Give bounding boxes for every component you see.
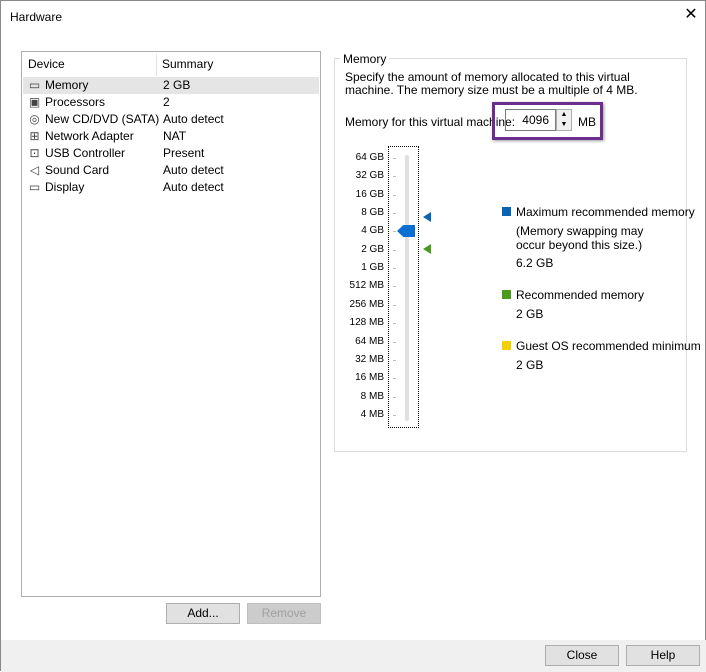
help-label: Help [650,648,676,662]
device-row[interactable]: ▣ Processors 2 [23,94,319,111]
device-name: Network Adapter [45,129,134,143]
slider-tick-mark [393,304,396,306]
slider-tick-mark [393,396,396,398]
max-legend-value: 6.2 GB [516,256,554,270]
column-header-summary[interactable]: Summary [156,52,213,76]
slider-tick-label: 4 MB [360,408,384,420]
rec-legend-swatch [502,290,511,299]
close-button[interactable]: Close [545,645,619,666]
slider-track[interactable] [405,155,409,421]
slider-tick-mark [393,286,396,288]
slider-tick-mark [393,341,396,343]
slider-tick-label: 8 MB [360,390,384,402]
spin-up-icon[interactable]: ▲ [557,110,571,120]
max-legend-label: Maximum recommended memory [516,205,695,219]
memory-spinner[interactable]: ▲ ▼ [556,109,572,131]
remove-button: Remove [247,603,321,624]
processor-icon: ▣ [28,95,41,109]
rec-legend-label: Recommended memory [516,288,645,302]
device-name: New CD/DVD (SATA) [45,112,160,126]
add-label: Add... [187,606,219,620]
device-summary: Auto detect [163,112,224,126]
slider-tick-label: 64 GB [355,152,384,163]
max-legend-note: (Memory swapping may occur beyond this s… [516,224,644,252]
rec-legend-value: 2 GB [516,307,544,321]
close-label: Close [566,648,598,662]
slider-tick-mark [393,194,396,196]
device-row[interactable]: ▭ Memory 2 GB [23,77,319,94]
slider-tick-label: 1 GB [361,262,384,274]
remove-label: Remove [261,606,307,620]
min-legend-label: Guest OS recommended minimum [516,339,701,353]
memory-input[interactable]: 4096 [505,109,556,131]
add-button[interactable]: Add... [166,603,240,624]
memory-description: Specify the amount of memory allocated t… [345,70,638,97]
memory-icon: ▭ [28,78,41,92]
help-button[interactable]: Help [626,645,700,666]
max-legend-swatch [502,207,511,216]
slider-tick-mark [393,359,396,361]
slider-tick-mark [393,176,396,178]
close-icon[interactable]: ✕ [681,5,701,25]
window-title: Hardware [10,10,63,24]
slider-tick-label: 2 GB [361,243,384,255]
slider-tick-mark [393,249,396,251]
slider-tick-mark [393,268,396,270]
device-summary: NAT [163,129,187,143]
slider-tick-label: 8 GB [361,207,384,219]
device-summary: 2 [163,95,170,109]
slider-tick-label: 32 MB [355,353,384,365]
device-summary: 2 GB [163,78,191,92]
device-row[interactable]: ⊞ Network Adapter NAT [23,128,319,145]
slider-tick-label: 4 GB [361,225,384,237]
slider-tick-label: 32 GB [355,170,384,182]
slider-tick-mark [393,158,396,159]
slider-tick-label: 16 GB [355,188,384,200]
slider-tick-mark [393,414,396,416]
network-icon: ⊞ [29,129,40,143]
min-legend-swatch [502,341,511,350]
memory-group-label: Memory [340,52,390,66]
memory-field-label: Memory for this virtual machine: [345,115,516,129]
slider-tick-label: 16 MB [355,372,384,384]
column-header-device[interactable]: Device [22,52,65,76]
memory-unit: MB [578,115,596,129]
device-name: Memory [45,78,89,92]
cd-dvd-icon: ◎ [29,112,40,126]
slider-tick-mark [393,213,396,215]
device-name: Processors [45,95,106,109]
slider-tick-label: 256 MB [349,298,384,310]
min-legend-value: 2 GB [516,358,544,372]
slider-tick-mark [393,323,396,325]
slider-tick-mark [393,378,396,380]
spin-down-icon[interactable]: ▼ [557,120,571,130]
slider-tick-label: 64 MB [355,335,384,347]
slider-tick-label: 512 MB [349,280,384,292]
slider-tick-mark [393,231,396,233]
slider-tick-label: 128 MB [349,317,384,329]
device-row[interactable]: ◎ New CD/DVD (SATA) Auto detect [23,111,319,128]
